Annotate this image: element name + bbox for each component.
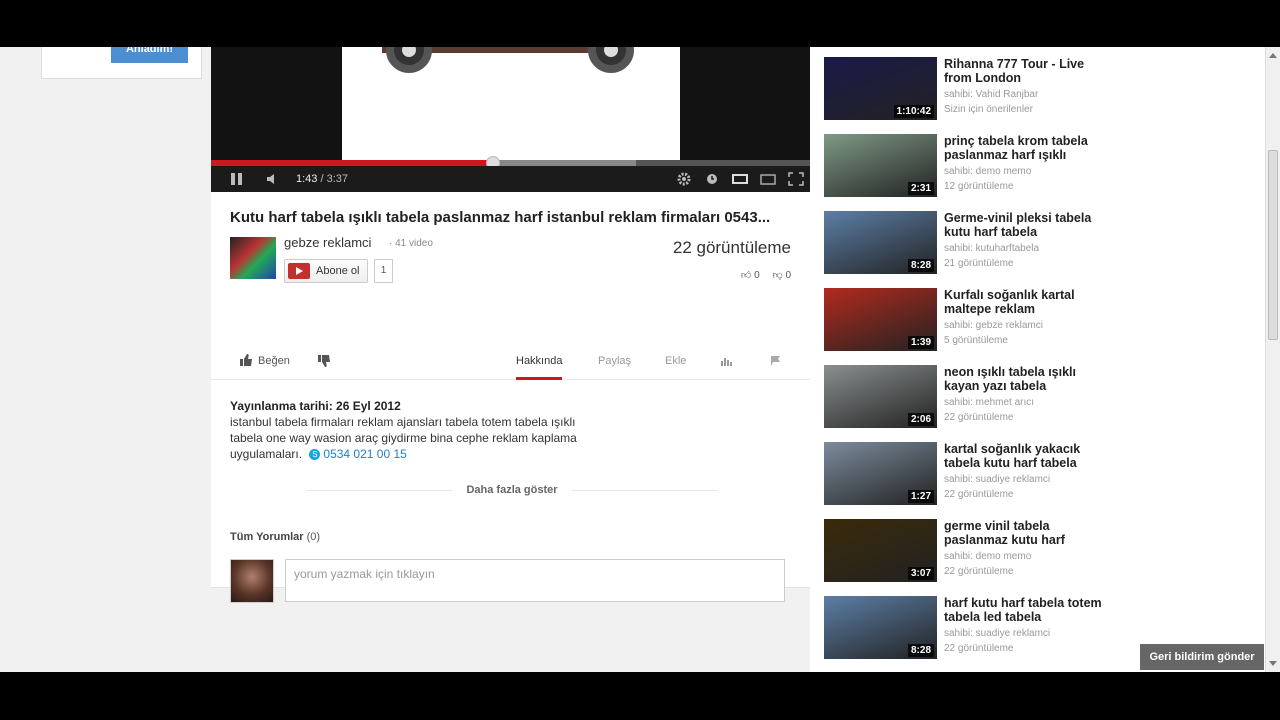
related-owner: sahibi: suadiye reklamci [944, 474, 1051, 485]
video-duration: 8:28 [907, 259, 934, 272]
scrollbar[interactable] [1265, 47, 1280, 672]
subscribe-label: Abone ol [316, 265, 360, 277]
publish-date: Yayınlanma tarihi: 26 Eyl 2012 [230, 399, 401, 413]
taskbar-area [0, 672, 1280, 720]
comments-header: Tüm Yorumlar (0) [230, 531, 321, 543]
video-duration: 2:31 [907, 182, 934, 195]
related-video-item[interactable]: 1:27 kartal soğanlık yakacık tabela kutu … [824, 442, 1244, 506]
description-section: Yayınlanma tarihi: 26 Eyl 2012 istanbul … [230, 398, 600, 462]
watch-later-icon[interactable] [706, 166, 718, 192]
related-title[interactable]: harf kutu harf tabela totem tabela led t… [944, 596, 1104, 624]
related-owner: sahibi: mehmet arıcı [944, 397, 1035, 408]
related-meta: 21 görüntüleme [944, 258, 1014, 269]
tab-add-to[interactable]: Ekle [665, 344, 686, 380]
video-title: Kutu harf tabela ışıklı tabela paslanmaz… [230, 209, 771, 226]
volume-icon[interactable] [266, 166, 280, 192]
time-display: 1:43 / 3:37 [296, 173, 349, 185]
like-button[interactable]: Beğen [239, 344, 290, 380]
related-thumbnail[interactable]: 2:31 [824, 134, 937, 197]
video-content [342, 47, 680, 160]
like-dislike-counts: 👍︎ 0 👎︎ 0 [740, 270, 791, 281]
video-player[interactable]: 1:43 / 3:37 [211, 47, 810, 192]
subscriber-count: 1 [374, 259, 393, 283]
fullscreen-icon[interactable] [788, 166, 804, 192]
video-duration: 2:06 [907, 413, 934, 426]
thumbs-down-icon: 👎︎ [772, 270, 783, 281]
video-frame[interactable] [211, 47, 810, 160]
related-thumbnail[interactable]: 8:28 [824, 211, 937, 274]
related-meta: 12 görüntüleme [944, 181, 1014, 192]
phone-link[interactable]: 0534 021 00 15 [323, 447, 406, 461]
video-duration: 1:39 [907, 336, 934, 349]
dismiss-button[interactable]: Anladım! [111, 47, 188, 63]
channel-video-count[interactable]: · 41 video [389, 238, 433, 249]
related-owner: sahibi: gebze reklamci [944, 320, 1043, 331]
related-title[interactable]: germe vinil tabela paslanmaz kutu harf [944, 519, 1104, 547]
scroll-down-icon[interactable] [1269, 661, 1277, 666]
related-title[interactable]: Rihanna 777 Tour - Live from London [944, 57, 1104, 85]
dislike-button[interactable] [317, 344, 331, 380]
scroll-up-icon[interactable] [1269, 53, 1277, 58]
related-video-item[interactable]: 8:28 Germe-vinil pleksi tabela kutu harf … [824, 211, 1244, 275]
related-title[interactable]: Germe-vinil pleksi tabela kutu harf tabe… [944, 211, 1104, 239]
related-video-item[interactable]: 1:10:42 Rihanna 777 Tour - Live from Lond… [824, 57, 1244, 121]
view-count: 22 görüntüleme [672, 238, 791, 257]
related-meta: 22 görüntüleme [944, 489, 1014, 500]
related-title[interactable]: prinç tabela krom tabela paslanmaz harf … [944, 134, 1104, 162]
related-thumbnail[interactable]: 3:07 [824, 519, 937, 582]
related-owner: sahibi: demo memo [944, 551, 1032, 562]
related-meta: 22 görüntüleme [944, 412, 1014, 423]
pause-icon[interactable] [231, 166, 245, 192]
related-meta: 22 görüntüleme [944, 643, 1014, 654]
thumbs-up-icon: 👍︎ [740, 270, 752, 281]
channel-avatar[interactable] [230, 237, 276, 279]
related-video-item[interactable]: 2:06 neon ışıklı tabela ışıklı kayan yazı… [824, 365, 1244, 429]
settings-icon[interactable] [677, 166, 691, 192]
related-title[interactable]: kartal soğanlık yakacık tabela kutu harf… [944, 442, 1104, 470]
youtube-icon [288, 263, 310, 279]
video-info-card: Kutu harf tabela ışıklı tabela paslanmaz… [211, 192, 810, 603]
tab-about[interactable]: Hakkında [516, 344, 563, 380]
related-video-item[interactable]: 2:31 prinç tabela krom tabela paslanmaz h… [824, 134, 1244, 198]
scroll-thumb[interactable] [1268, 150, 1278, 340]
related-owner: sahibi: Vahid Ranjbar [944, 89, 1039, 100]
related-thumbnail[interactable]: 1:39 [824, 288, 937, 351]
related-thumbnail[interactable]: 8:28 [824, 596, 937, 659]
skype-icon: S [309, 449, 321, 461]
large-player-icon[interactable] [760, 166, 776, 192]
user-avatar [230, 559, 274, 603]
flag-icon[interactable] [770, 344, 784, 380]
related-thumbnail[interactable]: 1:10:42 [824, 57, 937, 120]
related-owner: sahibi: suadiye reklamci [944, 628, 1051, 639]
related-thumbnail[interactable]: 2:06 [824, 365, 937, 428]
related-video-item[interactable]: 1:39 Kurfalı soğanlık kartal maltepe rekl… [824, 288, 1244, 352]
channel-name-link[interactable]: gebze reklamci [284, 235, 371, 250]
player-controls: 1:43 / 3:37 [211, 166, 810, 192]
related-thumbnail[interactable]: 1:27 [824, 442, 937, 505]
page-viewport: Anladım! 1:43 / 3:37 Kutu harf tabela ış… [0, 47, 1280, 672]
tab-share[interactable]: Paylaş [598, 344, 631, 380]
stats-icon[interactable] [721, 344, 733, 380]
small-player-icon[interactable] [732, 166, 748, 192]
notice-card: Anladım! [41, 47, 202, 79]
video-duration: 3:07 [907, 567, 934, 580]
related-title[interactable]: Kurfalı soğanlık kartal maltepe reklam [944, 288, 1104, 316]
related-meta: 22 görüntüleme [944, 566, 1014, 577]
related-owner: sahibi: demo memo [944, 166, 1032, 177]
related-meta: 5 görüntüleme [944, 335, 1008, 346]
video-duration: 8:28 [907, 644, 934, 657]
show-more-button[interactable]: Daha fazla göster [307, 484, 717, 496]
comment-input[interactable]: yorum yazmak için tıklayın [285, 559, 785, 602]
related-meta: Sizin için önerilenler [944, 104, 1033, 115]
feedback-button[interactable]: Geri bildirim gönder [1140, 644, 1264, 670]
subscribe-button[interactable]: Abone ol [284, 259, 368, 283]
related-video-item[interactable]: 3:07 germe vinil tabela paslanmaz kutu ha… [824, 519, 1244, 583]
related-title[interactable]: neon ışıklı tabela ışıklı kayan yazı tab… [944, 365, 1104, 393]
video-duration: 1:10:42 [893, 105, 934, 118]
related-owner: sahibi: kutuharftabela [944, 243, 1040, 254]
action-bar: Beğen Hakkında Paylaş Ekle [211, 344, 810, 380]
video-duration: 1:27 [907, 490, 934, 503]
related-videos-list: 1:10:42 Rihanna 777 Tour - Live from Lond… [810, 47, 1265, 672]
